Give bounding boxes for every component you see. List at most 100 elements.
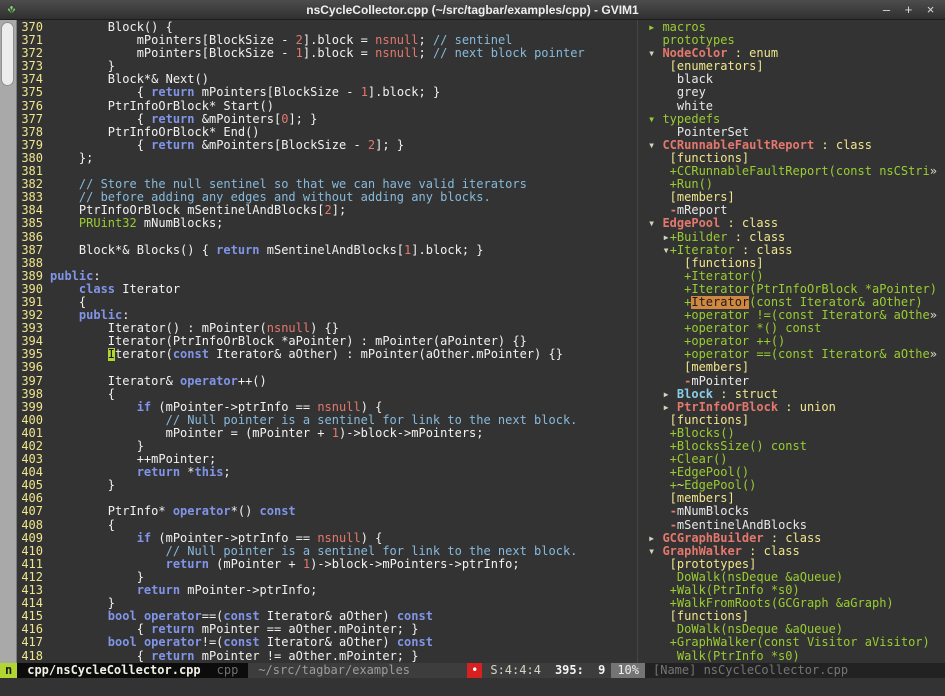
code-line[interactable]: 391 {	[21, 296, 637, 309]
code-line[interactable]: 409 if (mPointer->ptrInfo == nsnull) {	[21, 532, 637, 545]
tagbar-row[interactable]: +Clear()	[648, 453, 945, 466]
code-line[interactable]: 392 public:	[21, 309, 637, 322]
tagbar-row[interactable]: +operator *() const	[648, 322, 945, 335]
tagbar-row[interactable]: +WalkFromRoots(GCGraph &aGraph)	[648, 597, 945, 610]
tagbar-row[interactable]: ▾+Iterator : class	[648, 244, 945, 257]
code-line[interactable]: 400 // Null pointer is a sentinel for li…	[21, 414, 637, 427]
scrollbar-thumb[interactable]	[1, 22, 14, 86]
code-line[interactable]: 394 Iterator(PtrInfoOrBlock *aPointer) :…	[21, 335, 637, 348]
tagbar-row[interactable]: black	[648, 73, 945, 86]
tagbar-row[interactable]: ▸ macros	[648, 21, 945, 34]
tagbar-row[interactable]: [functions]	[648, 610, 945, 623]
code-line[interactable]: 384 PtrInfoOrBlock mSentinelAndBlocks[2]…	[21, 204, 637, 217]
code-line[interactable]: 382 // Store the null sentinel so that w…	[21, 178, 637, 191]
code-line[interactable]: 388	[21, 257, 637, 270]
tagbar-row[interactable]: [members]	[648, 191, 945, 204]
code-line[interactable]: 374 Block*& Next()	[21, 73, 637, 86]
tagbar-row[interactable]: [enumerators]	[648, 60, 945, 73]
code-line[interactable]: 405 }	[21, 479, 637, 492]
tagbar-row[interactable]: -mNumBlocks	[648, 505, 945, 518]
tagbar-row[interactable]: +operator ==(const Iterator& aOthe»	[648, 348, 945, 361]
tagbar-row[interactable]: +Walk(PtrInfo *s0)	[648, 584, 945, 597]
tagbar-row[interactable]: [members]	[648, 492, 945, 505]
tagbar-row[interactable]: [prototypes]	[648, 558, 945, 571]
code-line[interactable]: 408 {	[21, 519, 637, 532]
tagbar-row[interactable]: +operator ++()	[648, 335, 945, 348]
code-line[interactable]: 418 { return mPointer != aOther.mPointer…	[21, 650, 637, 663]
tagbar-row[interactable]: -mSentinelAndBlocks	[648, 519, 945, 532]
code-line[interactable]: 410 // Null pointer is a sentinel for li…	[21, 545, 637, 558]
tagbar-row[interactable]: +GraphWalker(const Visitor aVisitor)	[648, 636, 945, 649]
tagbar-row[interactable]: +Iterator()	[648, 270, 945, 283]
code-line[interactable]: 393 Iterator() : mPointer(nsnull) {}	[21, 322, 637, 335]
tagbar-row[interactable]: ▸ PtrInfoOrBlock : union	[648, 401, 945, 414]
buffer-name[interactable]: cpp	[217, 663, 239, 678]
tagbar-row[interactable]: ▾ typedefs	[648, 113, 945, 126]
code-line[interactable]: 406	[21, 492, 637, 505]
close-button[interactable]: ×	[923, 1, 938, 19]
tagbar-row[interactable]: DoWalk(nsDeque &aQueue)	[648, 623, 945, 636]
code-line[interactable]: 383 // before adding any edges and witho…	[21, 191, 637, 204]
code-line[interactable]: 373 }	[21, 60, 637, 73]
code-line[interactable]: 401 mPointer = (mPointer + 1)->block->mP…	[21, 427, 637, 440]
code-line[interactable]: 377 { return &mPointers[0]; }	[21, 113, 637, 126]
command-line[interactable]	[0, 678, 945, 696]
tagbar-row[interactable]: ▸ GCGraphBuilder : class	[648, 532, 945, 545]
code-line[interactable]: 375 { return mPointers[BlockSize - 1].bl…	[21, 86, 637, 99]
code-line[interactable]: 414 }	[21, 597, 637, 610]
code-line[interactable]: 386	[21, 231, 637, 244]
code-line[interactable]: 417 bool operator!=(const Iterator& aOth…	[21, 636, 637, 649]
tagbar-row[interactable]: ▾ EdgePool : class	[648, 217, 945, 230]
tagbar-row[interactable]: ▸ Block : struct	[648, 388, 945, 401]
tagbar-row[interactable]: +Blocks()	[648, 427, 945, 440]
tagbar-row[interactable]: +~EdgePool()	[648, 479, 945, 492]
tagbar-row[interactable]: white	[648, 100, 945, 113]
code-line[interactable]: 415 bool operator==(const Iterator& aOth…	[21, 610, 637, 623]
code-line[interactable]: 399 if (mPointer->ptrInfo == nsnull) {	[21, 401, 637, 414]
tagbar-row[interactable]: ▾ GraphWalker : class	[648, 545, 945, 558]
code-line[interactable]: 378 PtrInfoOrBlock* End()	[21, 126, 637, 139]
tagbar-row[interactable]: [functions]	[648, 152, 945, 165]
code-line[interactable]: 412 }	[21, 571, 637, 584]
code-line[interactable]: 402 }	[21, 440, 637, 453]
tagbar-row[interactable]: DoWalk(nsDeque &aQueue)	[648, 571, 945, 584]
active-file-name[interactable]: cpp/nsCycleCollector.cpp	[27, 663, 200, 678]
tagbar-row[interactable]: +operator !=(const Iterator& aOthe»	[648, 309, 945, 322]
code-line[interactable]: 381	[21, 165, 637, 178]
code-line[interactable]: 396	[21, 361, 637, 374]
code-line[interactable]: 389public:	[21, 270, 637, 283]
tagbar-row[interactable]: [members]	[648, 361, 945, 374]
left-scrollbar[interactable]	[0, 20, 17, 663]
tagbar-row[interactable]: +CCRunnableFaultReport(const nsCStri»	[648, 165, 945, 178]
tagbar-row[interactable]: grey	[648, 86, 945, 99]
tagbar-row[interactable]: ▾ CCRunnableFaultReport : class	[648, 139, 945, 152]
code-line[interactable]: 413 return mPointer->ptrInfo;	[21, 584, 637, 597]
code-line[interactable]: 404 return *this;	[21, 466, 637, 479]
code-line[interactable]: 385 PRUint32 mNumBlocks;	[21, 217, 637, 230]
tagbar-row[interactable]: prototypes	[648, 34, 945, 47]
code-line[interactable]: 411 return (mPointer + 1)->block->mPoint…	[21, 558, 637, 571]
code-line[interactable]: 397 Iterator& operator++()	[21, 375, 637, 388]
code-line[interactable]: 380 };	[21, 152, 637, 165]
maximize-button[interactable]: +	[901, 1, 916, 19]
code-line[interactable]: 371 mPointers[BlockSize - 2].block = nsn…	[21, 34, 637, 47]
tagbar-row[interactable]: ▸+Builder : class	[648, 231, 945, 244]
tagbar-row[interactable]: -mPointer	[648, 375, 945, 388]
code-line[interactable]: 403 ++mPointer;	[21, 453, 637, 466]
code-line[interactable]: 398 {	[21, 388, 637, 401]
minimize-button[interactable]: –	[879, 1, 894, 19]
code-line[interactable]: 387 Block*& Blocks() { return mSentinelA…	[21, 244, 637, 257]
code-area[interactable]: 370 Block() {371 mPointers[BlockSize - 2…	[17, 20, 637, 663]
tagbar-row[interactable]: -mReport	[648, 204, 945, 217]
tagbar-row[interactable]: +BlocksSize() const	[648, 440, 945, 453]
tagbar-row[interactable]: +Run()	[648, 178, 945, 191]
tagbar-row[interactable]: +Iterator(PtrInfoOrBlock *aPointer)	[648, 283, 945, 296]
tagbar-row[interactable]: PointerSet	[648, 126, 945, 139]
tagbar-row[interactable]: ▾ NodeColor : enum	[648, 47, 945, 60]
tagbar-panel[interactable]: ▸ macros prototypes▾ NodeColor : enum [e…	[646, 20, 945, 663]
code-line[interactable]: 416 { return mPointer == aOther.mPointer…	[21, 623, 637, 636]
tagbar-row[interactable]: +EdgePool()	[648, 466, 945, 479]
code-line[interactable]: 376 PtrInfoOrBlock* Start()	[21, 100, 637, 113]
tagbar-row[interactable]: Walk(PtrInfo *s0)	[648, 650, 945, 663]
code-line[interactable]: 395 Iterator(const Iterator& aOther) : m…	[21, 348, 637, 361]
